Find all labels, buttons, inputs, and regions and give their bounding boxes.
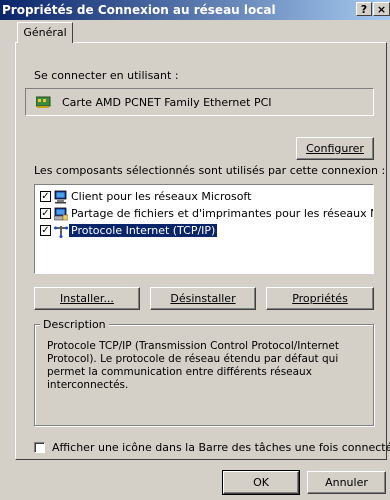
uninstall-button[interactable]: Désinstaller — [150, 287, 256, 310]
tab-general-label: Général — [23, 26, 67, 39]
component-checkbox[interactable]: ✓ — [40, 225, 51, 236]
component-checkbox[interactable]: ✓ — [40, 208, 51, 219]
cancel-button[interactable]: Annuler — [307, 471, 386, 494]
component-label: Client pour les réseaux Microsoft — [71, 190, 252, 203]
install-button[interactable]: Installer... — [34, 287, 140, 310]
protocol-icon — [54, 226, 68, 238]
window-title: Propriétés de Connexion au réseau local — [2, 3, 276, 17]
components-label: Les composants sélectionnés sont utilisé… — [34, 164, 386, 177]
cancel-button-label: Annuler — [325, 476, 368, 489]
uninstall-button-label: Désinstaller — [170, 292, 236, 305]
list-item[interactable]: ✓ Protocole Internet (TCP/IP) — [38, 223, 373, 239]
properties-dialog: Propriétés de Connexion au réseau local … — [0, 0, 390, 500]
list-item[interactable]: ✓ Client pour les réseaux Microsoft — [38, 189, 373, 205]
file-share-icon — [54, 207, 68, 221]
list-item[interactable]: ✓ Partage de fichiers et d'imprimantes p… — [38, 206, 374, 222]
close-button[interactable]: × — [373, 2, 390, 16]
ok-button-label: OK — [253, 476, 269, 489]
description-text: Protocole TCP/IP (Transmission Control P… — [47, 340, 339, 391]
component-checkbox[interactable]: ✓ — [40, 191, 51, 202]
adapter-name: Carte AMD PCNET Family Ethernet PCI — [62, 96, 272, 109]
tab-general[interactable]: Général — [17, 22, 73, 43]
properties-button[interactable]: Propriétés — [266, 287, 374, 310]
ok-button[interactable]: OK — [222, 470, 300, 495]
configure-button-label: Configurer — [306, 142, 364, 155]
connect-using-label: Se connecter en utilisant : — [34, 69, 179, 82]
components-list[interactable]: ✓ Client pour les réseaux Microsoft ✓ Pa… — [34, 184, 374, 274]
install-button-label: Installer... — [60, 292, 114, 305]
properties-button-label: Propriétés — [292, 292, 348, 305]
taskbar-icon-option[interactable]: Afficher une icône dans la Barre des tâc… — [34, 440, 390, 456]
component-label: Partage de fichiers et d'imprimantes pou… — [71, 207, 374, 220]
adapter-field: Carte AMD PCNET Family Ethernet PCI — [25, 88, 374, 116]
taskbar-icon-checkbox[interactable] — [34, 442, 45, 453]
title-bar[interactable]: Propriétés de Connexion au réseau local … — [0, 0, 390, 20]
description-title: Description — [40, 318, 109, 331]
taskbar-icon-label: Afficher une icône dans la Barre des tâc… — [52, 441, 390, 454]
network-card-icon — [36, 96, 51, 108]
component-label-selected: Protocole Internet (TCP/IP) — [67, 223, 219, 238]
help-button[interactable]: ? — [356, 2, 372, 16]
configure-button[interactable]: Configurer — [296, 137, 374, 160]
client-icon — [54, 190, 67, 204]
